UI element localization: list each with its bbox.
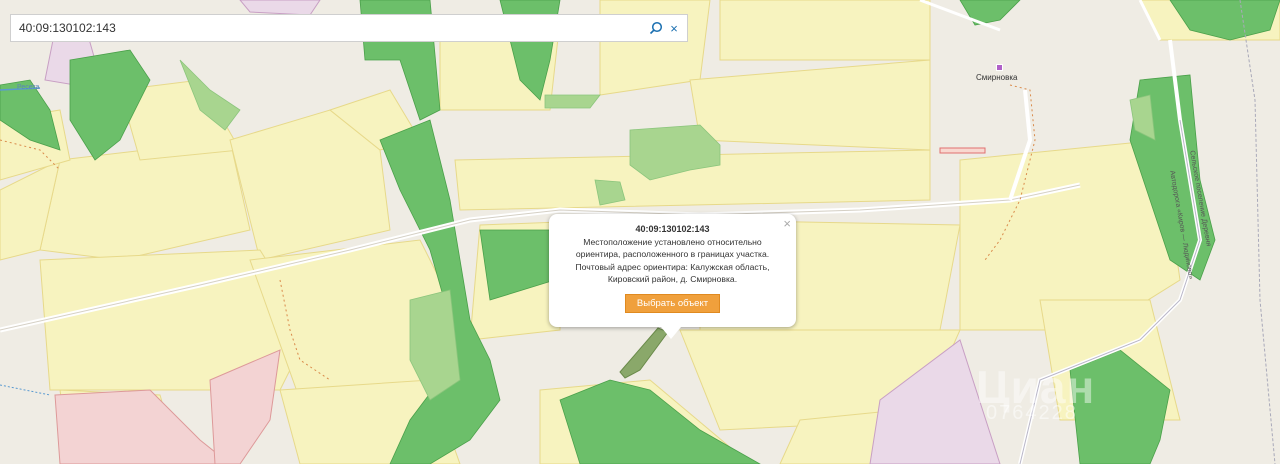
popup-close-icon[interactable]: ×	[783, 216, 791, 231]
magnifier-icon	[649, 21, 663, 35]
popup-line: ориентира, расположенного в границах уча…	[575, 249, 770, 260]
parcel-info-popup: × 40:09:130102:143 Местоположение устано…	[549, 214, 796, 339]
popup-line: Местоположение установлено относительно	[583, 237, 762, 247]
watermark-number: 0764228	[986, 402, 1078, 424]
search-button[interactable]	[647, 16, 665, 40]
search-input[interactable]	[11, 16, 647, 40]
select-object-button[interactable]: Выбрать объект	[624, 293, 721, 313]
place-label: Смирновка	[976, 73, 1018, 82]
search-bar: ×	[10, 14, 688, 42]
popup-description: Местоположение установлено относительно …	[561, 236, 784, 286]
river-label: Ресета	[17, 84, 40, 91]
place-marker-icon[interactable]	[996, 64, 1003, 71]
popup-line: Кировский район, д. Смирновка.	[607, 274, 738, 285]
popup-line: Почтовый адрес ориентира: Калужская обла…	[575, 261, 770, 272]
popup-title: 40:09:130102:143	[635, 224, 710, 234]
clear-search-button[interactable]: ×	[665, 16, 683, 40]
